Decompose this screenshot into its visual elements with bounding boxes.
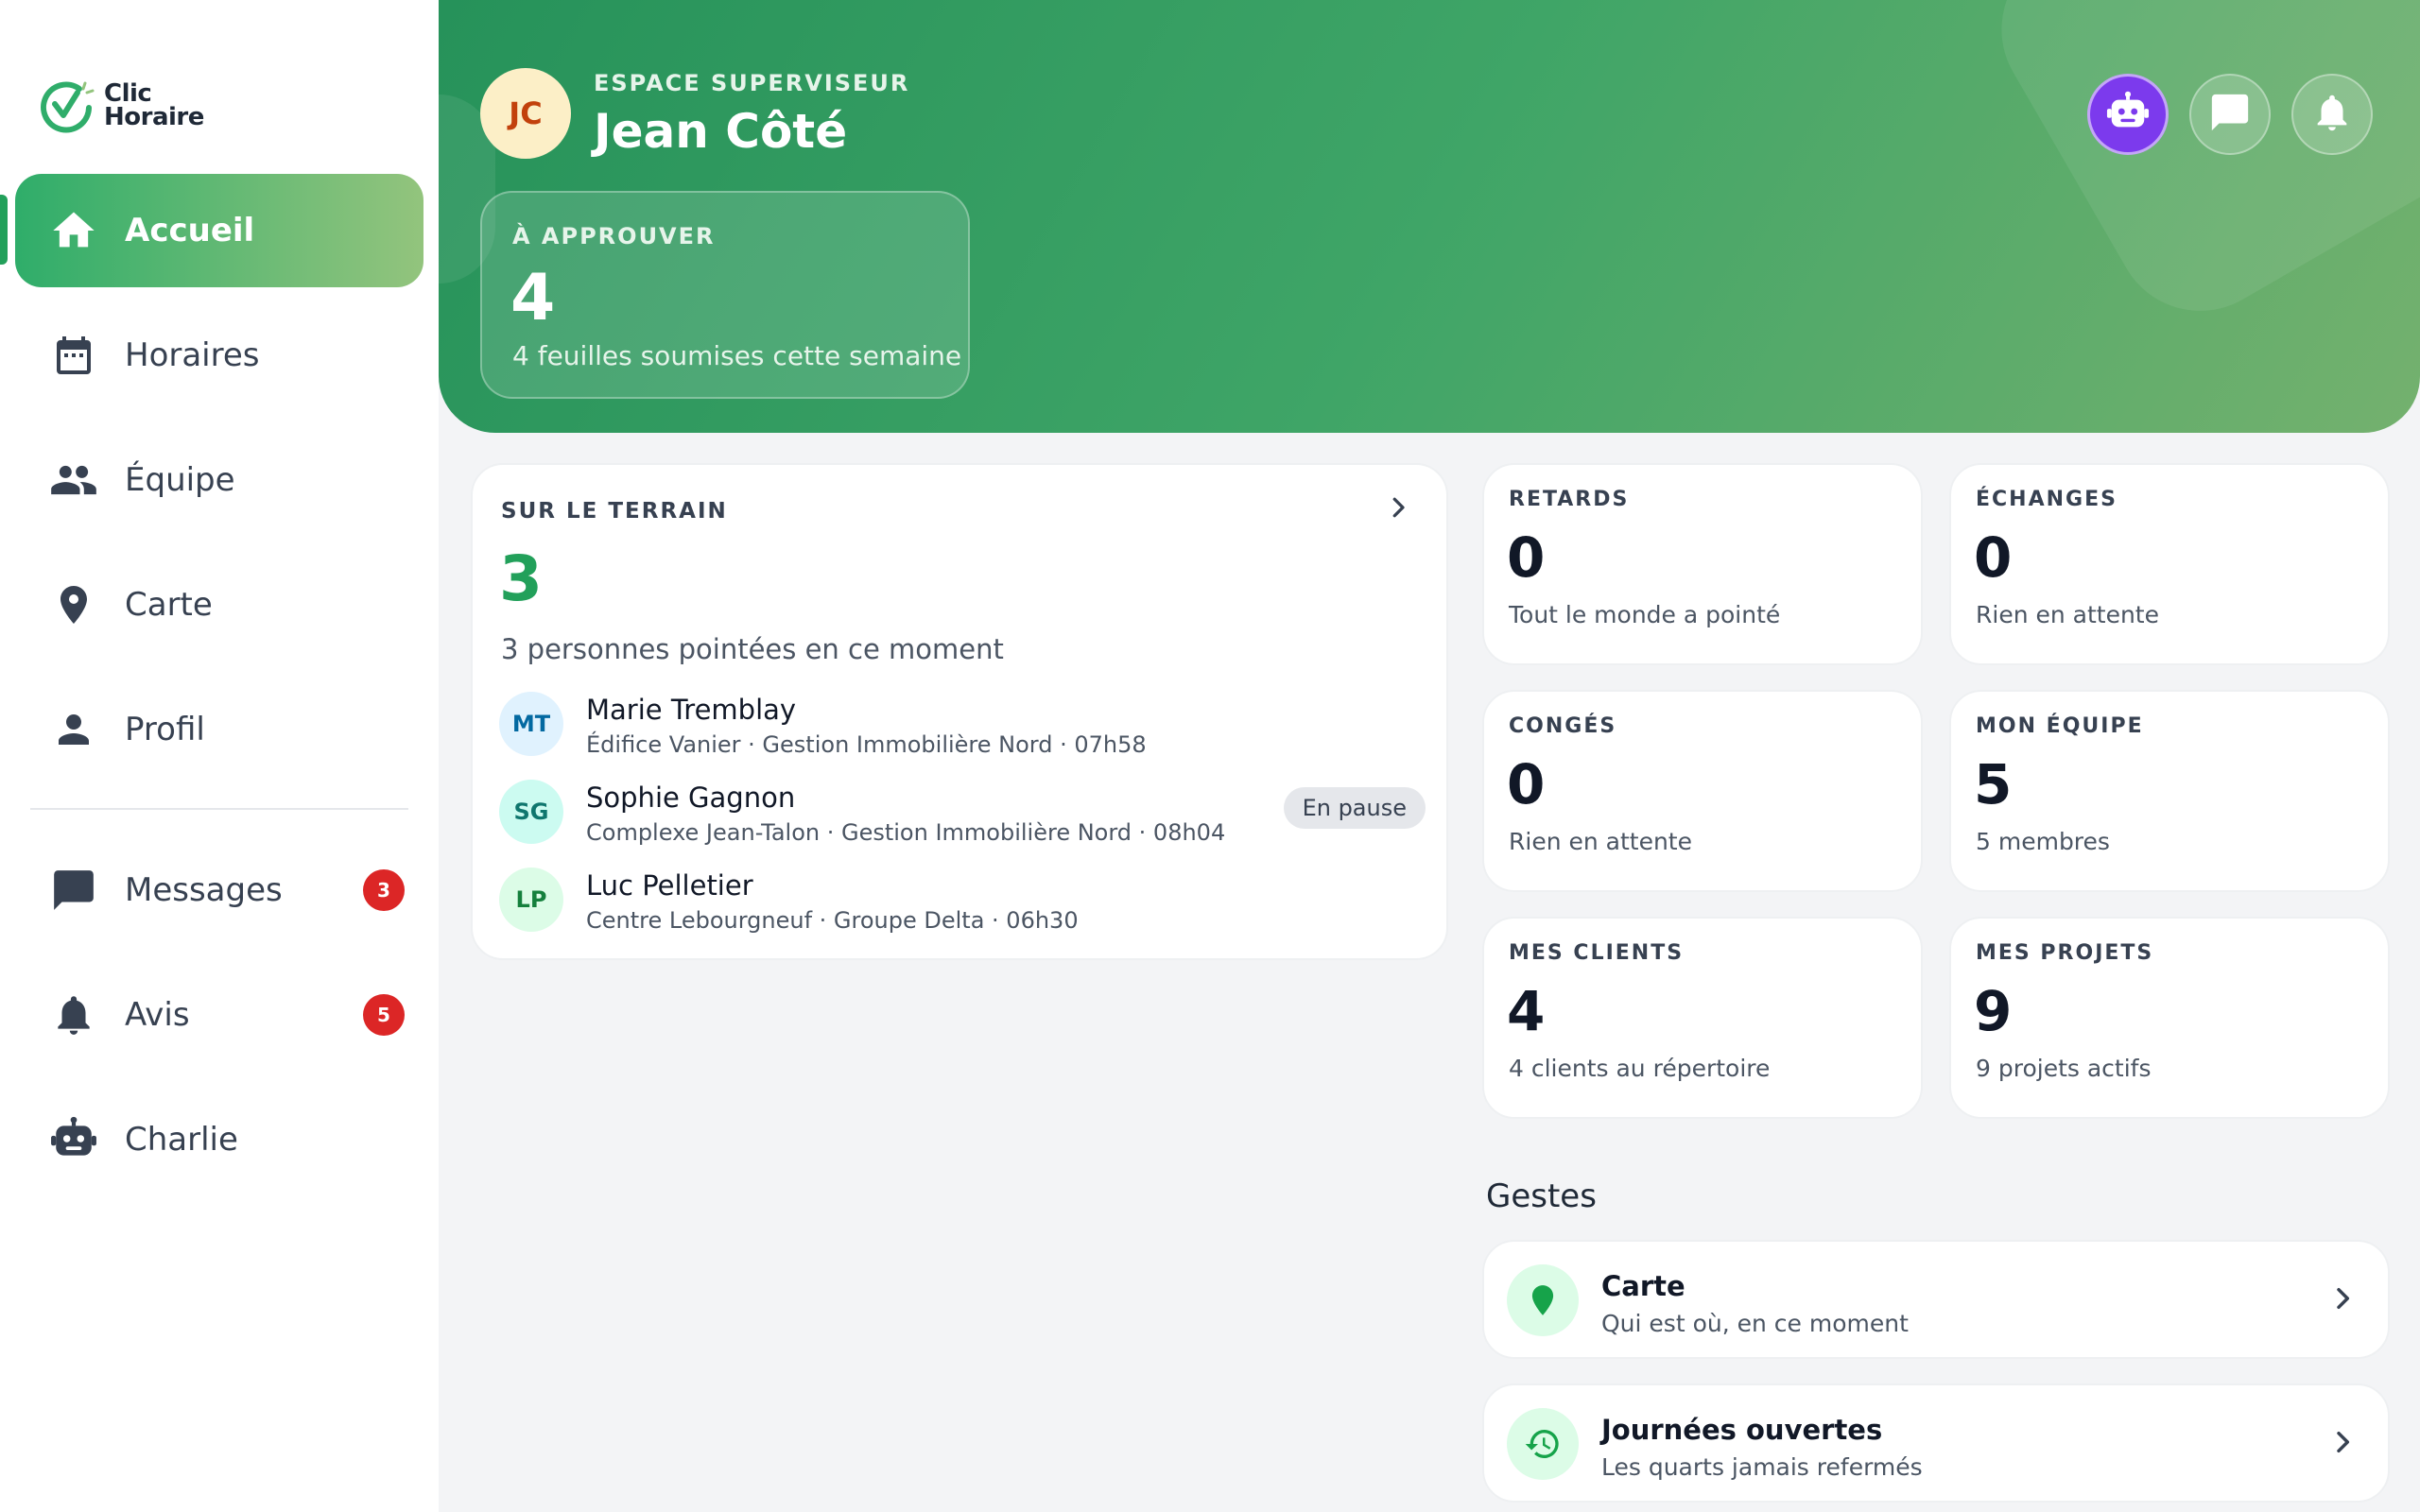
card-title: SUR LE TERRAIN <box>501 499 728 524</box>
active-indicator <box>0 195 8 265</box>
sidebar-item-accueil[interactable]: Accueil <box>15 174 424 287</box>
sidebar-item-avis[interactable]: Avis 5 <box>15 958 424 1072</box>
unread-badge: 3 <box>363 869 405 911</box>
stat-subtitle: Rien en attente <box>1509 828 1692 855</box>
action-title: Carte <box>1601 1270 1685 1302</box>
person-detail: Édifice Vanier · Gestion Immobilière Nor… <box>586 731 1147 758</box>
clock-check-icon <box>36 76 96 136</box>
stat-card-conges[interactable]: CONGÉS 0 Rien en attente <box>1482 690 1923 892</box>
approve-card[interactable]: À APPROUVER 4 4 feuilles soumises cette … <box>480 191 970 399</box>
list-item[interactable]: SG Sophie Gagnon Complexe Jean-Talon · G… <box>499 780 1426 848</box>
sidebar-item-label: Équipe <box>125 461 235 499</box>
approve-subtitle: 4 feuilles soumises cette semaine <box>512 340 962 371</box>
stat-label: ÉCHANGES <box>1976 488 2118 511</box>
on-site-subtitle: 3 personnes pointées en ce moment <box>501 633 1004 665</box>
map-pin-icon <box>1507 1264 1579 1336</box>
action-description: Qui est où, en ce moment <box>1601 1310 1909 1337</box>
sidebar-divider <box>30 808 408 810</box>
stat-card-equipe[interactable]: MON ÉQUIPE 5 5 membres <box>1949 690 2390 892</box>
action-card-journees-ouvertes[interactable]: Journées ouvertes Les quarts jamais refe… <box>1482 1383 2390 1503</box>
stat-label: MES PROJETS <box>1976 941 2154 965</box>
stat-value: 5 <box>1974 752 2013 816</box>
calendar-icon <box>45 327 102 384</box>
notification-badge: 5 <box>363 994 405 1036</box>
list-item[interactable]: LP Luc Pelletier Centre Lebourgneuf · Gr… <box>499 868 1426 936</box>
stat-card-clients[interactable]: MES CLIENTS 4 4 clients au répertoire <box>1482 917 1923 1119</box>
hero-kicker: ESPACE SUPERVISEUR <box>594 70 910 96</box>
robot-icon <box>45 1111 102 1168</box>
stat-label: CONGÉS <box>1509 714 1617 738</box>
assistant-button[interactable] <box>2087 74 2169 155</box>
section-title-gestes: Gestes <box>1486 1177 1597 1215</box>
sidebar-item-label: Profil <box>125 711 205 748</box>
action-description: Les quarts jamais refermés <box>1601 1453 1923 1481</box>
action-card-carte[interactable]: Carte Qui est où, en ce moment <box>1482 1240 2390 1359</box>
app-logo[interactable]: Clic Horaire <box>36 76 204 136</box>
bell-icon <box>2310 91 2354 138</box>
chevron-right-icon <box>2327 1283 2358 1317</box>
person-name: Marie Tremblay <box>586 694 797 726</box>
history-icon <box>1507 1408 1579 1480</box>
stat-value: 4 <box>1507 979 1546 1043</box>
action-title: Journées ouvertes <box>1601 1414 1883 1446</box>
stat-label: MES CLIENTS <box>1509 941 1685 965</box>
sidebar-item-profil[interactable]: Profil <box>15 673 424 786</box>
user-name: Jean Côté <box>594 104 848 159</box>
team-icon <box>45 452 102 508</box>
sidebar-item-label: Messages <box>125 871 283 909</box>
sidebar-item-label: Horaires <box>125 336 260 374</box>
map-pin-icon <box>45 576 102 633</box>
sidebar-item-messages[interactable]: Messages 3 <box>15 833 424 947</box>
sidebar-item-label: Avis <box>125 996 190 1034</box>
stat-subtitle: 4 clients au répertoire <box>1509 1055 1771 1082</box>
hero-banner: JC ESPACE SUPERVISEUR Jean Côté À APPROU… <box>439 0 2420 433</box>
chevron-right-icon <box>2327 1427 2358 1461</box>
chevron-right-icon[interactable] <box>1384 493 1412 525</box>
sidebar-item-carte[interactable]: Carte <box>15 548 424 662</box>
stat-value: 9 <box>1974 979 2013 1043</box>
stat-label: RETARDS <box>1509 488 1630 511</box>
stat-value: 0 <box>1507 752 1546 816</box>
brand-line-2: Horaire <box>104 103 204 131</box>
sidebar-item-label: Charlie <box>125 1121 238 1159</box>
avatar[interactable]: JC <box>480 68 571 159</box>
person-name: Luc Pelletier <box>586 869 753 902</box>
person-detail: Complexe Jean-Talon · Gestion Immobilièr… <box>586 819 1226 846</box>
sidebar-item-label: Carte <box>125 586 213 624</box>
stat-card-projets[interactable]: MES PROJETS 9 9 projets actifs <box>1949 917 2390 1119</box>
avatar: SG <box>499 780 563 844</box>
person-name: Sophie Gagnon <box>586 782 796 814</box>
robot-icon <box>2106 91 2150 138</box>
stat-card-echanges[interactable]: ÉCHANGES 0 Rien en attente <box>1949 463 2390 665</box>
bell-icon <box>45 987 102 1043</box>
sidebar-item-horaires[interactable]: Horaires <box>15 299 424 412</box>
approve-count: 4 <box>510 261 556 335</box>
chat-icon <box>2208 91 2252 138</box>
stat-card-retards[interactable]: RETARDS 0 Tout le monde a pointé <box>1482 463 1923 665</box>
chat-icon <box>45 862 102 919</box>
person-detail: Centre Lebourgneuf · Groupe Delta · 06h3… <box>586 907 1079 934</box>
stat-value: 0 <box>1507 525 1546 590</box>
person-icon <box>45 701 102 758</box>
avatar: LP <box>499 868 563 932</box>
stat-subtitle: 9 projets actifs <box>1976 1055 2152 1082</box>
list-item[interactable]: MT Marie Tremblay Édifice Vanier · Gesti… <box>499 692 1426 760</box>
avatar: MT <box>499 692 563 756</box>
stat-subtitle: Rien en attente <box>1976 601 2159 628</box>
notifications-button[interactable] <box>2291 74 2373 155</box>
messages-button[interactable] <box>2189 74 2271 155</box>
on-site-card[interactable]: SUR LE TERRAIN 3 3 personnes pointées en… <box>471 463 1448 960</box>
sidebar: Clic Horaire Accueil Horaires Équipe Car… <box>0 0 439 1512</box>
on-site-count: 3 <box>499 542 543 615</box>
approve-label: À APPROUVER <box>512 223 716 249</box>
sidebar-item-label: Accueil <box>125 212 255 249</box>
stat-label: MON ÉQUIPE <box>1976 714 2144 738</box>
stat-subtitle: 5 membres <box>1976 828 2110 855</box>
status-badge: En pause <box>1283 787 1426 829</box>
sidebar-item-equipe[interactable]: Équipe <box>15 423 424 537</box>
home-icon <box>45 202 102 259</box>
stat-subtitle: Tout le monde a pointé <box>1509 601 1781 628</box>
sidebar-item-charlie[interactable]: Charlie <box>15 1083 424 1196</box>
stat-value: 0 <box>1974 525 2013 590</box>
